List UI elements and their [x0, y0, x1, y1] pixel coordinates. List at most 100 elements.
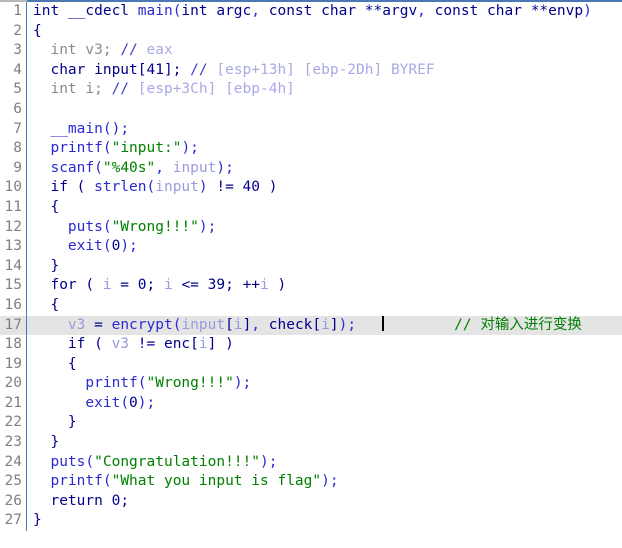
- line-number: 18: [4, 336, 22, 353]
- code-token: puts: [50, 453, 86, 470]
- code-token: (: [102, 140, 112, 157]
- code-text[interactable]: {: [27, 22, 42, 42]
- code-line[interactable]: 16 {: [0, 295, 622, 316]
- code-line[interactable]: 5 int i; // [esp+3Ch] [ebp-4h]: [0, 80, 622, 100]
- code-text[interactable]: return 0;: [27, 492, 129, 512]
- code-text[interactable]: }: [27, 433, 59, 453]
- code-token: );: [233, 375, 252, 392]
- code-line[interactable]: 20 printf("Wrong!!!");: [0, 374, 622, 394]
- code-token: "What you input is flag": [111, 473, 322, 490]
- line-number: 2: [13, 22, 22, 39]
- code-token: }: [33, 512, 42, 529]
- code-token: [esp+3Ch] [ebp-4h]: [137, 81, 295, 98]
- code-text[interactable]: {: [27, 355, 77, 375]
- code-line[interactable]: 17 v3 = encrypt(input[i], check[i]); // …: [0, 315, 622, 336]
- code-text[interactable]: int __cdecl main(int argc, const char **…: [27, 2, 592, 22]
- code-line[interactable]: 27}: [0, 511, 622, 532]
- code-line[interactable]: 15 for ( i = 0; i <= 39; ++i ): [0, 276, 622, 296]
- line-number: 1: [13, 3, 22, 19]
- code-line[interactable]: 14 }: [0, 256, 622, 277]
- code-token: !=: [129, 336, 164, 353]
- code-text[interactable]: if ( strlen(input) != 40 ): [27, 178, 277, 198]
- code-token: return: [33, 492, 112, 509]
- code-text[interactable]: v3 = encrypt(input[i], check[i]); // 对输入…: [27, 316, 582, 336]
- code-line[interactable]: 21 exit(0);: [0, 393, 622, 414]
- line-number: 24: [4, 453, 22, 470]
- code-line[interactable]: 3 int v3; // eax: [0, 41, 622, 61]
- code-token: 0: [129, 394, 138, 411]
- code-token: [41];: [137, 61, 191, 78]
- code-token: ();: [102, 120, 130, 137]
- line-number: 9: [13, 159, 22, 176]
- code-token: <=: [172, 277, 208, 294]
- code-text[interactable]: }: [27, 511, 42, 531]
- code-text[interactable]: char input[41]; // [esp+13h] [ebp-2Dh] B…: [27, 61, 434, 81]
- code-token: input: [172, 159, 217, 176]
- code-line[interactable]: 11 {: [0, 197, 622, 218]
- code-token: );: [216, 159, 234, 176]
- line-number: 13: [4, 238, 22, 255]
- line-number: 11: [4, 198, 22, 215]
- code-token: char: [321, 3, 365, 19]
- code-text[interactable]: {: [27, 198, 59, 218]
- code-text[interactable]: exit(0);: [27, 394, 155, 414]
- code-line[interactable]: 7 __main();: [0, 119, 622, 140]
- code-token: v3: [111, 336, 130, 353]
- code-text[interactable]: int v3; // eax: [27, 41, 173, 61]
- code-line[interactable]: 18 if ( v3 != enc[i] ): [0, 335, 622, 355]
- code-line[interactable]: 2{: [0, 21, 622, 42]
- code-text[interactable]: puts("Congratulation!!!");: [27, 453, 277, 473]
- line-number: 20: [4, 375, 22, 392]
- code-text[interactable]: printf("Wrong!!!");: [27, 374, 251, 394]
- code-line[interactable]: 22 }: [0, 413, 622, 434]
- code-text[interactable]: printf("What you input is flag");: [27, 472, 338, 492]
- code-line[interactable]: 1 int __cdecl main(int argc, const char *…: [0, 2, 622, 22]
- line-number: 23: [4, 434, 22, 451]
- code-text[interactable]: }: [27, 257, 59, 277]
- code-text[interactable]: }: [27, 413, 77, 433]
- code-token: eax: [146, 42, 173, 59]
- code-token: {: [33, 22, 42, 39]
- code-line[interactable]: 24 puts("Congratulation!!!");: [0, 452, 622, 473]
- pseudocode-editor[interactable]: 1 int __cdecl main(int argc, const char *…: [0, 2, 622, 548]
- code-token: ,: [155, 159, 173, 176]
- code-token: (: [102, 238, 112, 255]
- code-line[interactable]: 19 {: [0, 354, 622, 375]
- code-line[interactable]: 8 printf("input:");: [0, 139, 622, 159]
- code-token: **: [530, 3, 549, 19]
- code-line[interactable]: 9 scanf("%40s", input);: [0, 158, 622, 179]
- code-token: }: [33, 434, 60, 451]
- code-text[interactable]: int i; // [esp+3Ch] [ebp-4h]: [27, 80, 295, 100]
- code-token: //: [120, 42, 147, 59]
- code-token: (: [146, 179, 156, 196]
- code-token: }: [33, 414, 77, 431]
- code-line[interactable]: 26 return 0;: [0, 491, 622, 512]
- code-text[interactable]: scanf("%40s", input);: [27, 159, 234, 179]
- code-line[interactable]: 25 printf("What you input is flag");: [0, 472, 622, 492]
- code-line[interactable]: 4 char input[41]; // [esp+13h] [ebp-2Dh]…: [0, 60, 622, 81]
- code-token: char: [487, 3, 531, 19]
- code-line[interactable]: 13 exit(0);: [0, 237, 622, 257]
- code-text[interactable]: for ( i = 0; i <= 39; ++i ): [27, 276, 286, 296]
- code-line[interactable]: 6: [0, 99, 622, 120]
- code-token: input: [155, 179, 199, 196]
- code-token: argv: [382, 3, 418, 19]
- code-text[interactable]: __main();: [27, 120, 129, 140]
- code-line[interactable]: 10 if ( strlen(input) != 40 ): [0, 178, 622, 198]
- code-text[interactable]: puts("Wrong!!!");: [27, 218, 216, 238]
- code-text[interactable]: exit(0);: [27, 237, 138, 257]
- caret-spacer: [356, 317, 382, 333]
- code-text[interactable]: printf("input:");: [27, 139, 198, 159]
- code-token: i: [321, 316, 330, 333]
- code-line[interactable]: 12 puts("Wrong!!!");: [0, 217, 622, 238]
- code-text[interactable]: {: [27, 296, 59, 316]
- code-line[interactable]: 23 }: [0, 433, 622, 453]
- code-token: 0: [111, 492, 121, 509]
- code-token: ): [268, 277, 287, 294]
- code-text[interactable]: if ( v3 != enc[i] ): [27, 335, 234, 355]
- code-token: if (: [33, 336, 112, 353]
